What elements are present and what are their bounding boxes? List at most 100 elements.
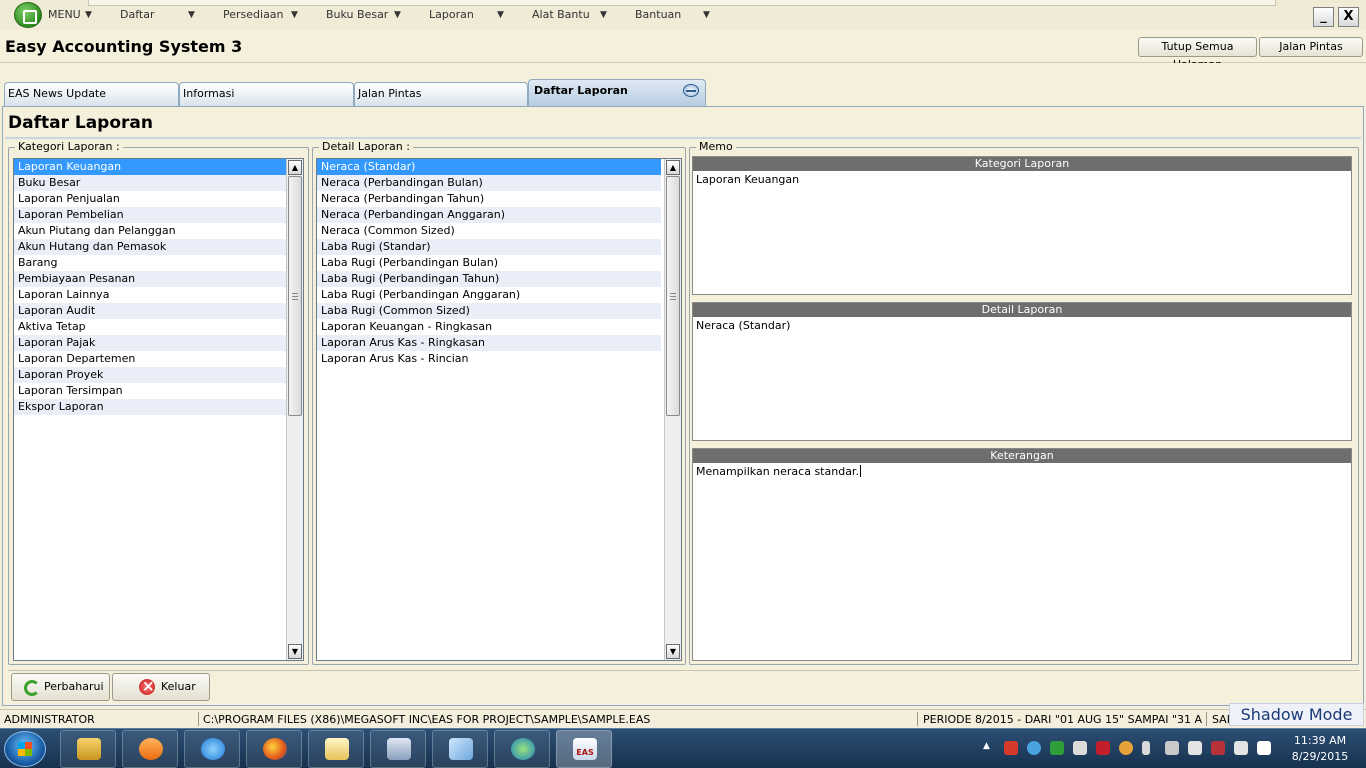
list-item[interactable]: Laporan Tersimpan bbox=[14, 383, 287, 399]
tab-label: EAS News Update bbox=[8, 87, 107, 100]
scroll-thumb[interactable] bbox=[666, 176, 680, 416]
menu-button[interactable]: MENU ▼ bbox=[48, 7, 96, 23]
list-item[interactable]: Ekspor Laporan bbox=[14, 399, 287, 415]
list-item[interactable]: Laporan Arus Kas - Ringkasan bbox=[317, 335, 661, 351]
category-scrollbar[interactable]: ▲ ▼ bbox=[286, 159, 303, 660]
tray-s-app-icon[interactable] bbox=[1257, 741, 1271, 755]
menu-item-alat-bantu[interactable]: Alat Bantu ▼ bbox=[532, 7, 612, 23]
windows-start-icon[interactable] bbox=[4, 731, 46, 767]
shortcut-button[interactable]: Jalan Pintas bbox=[1259, 37, 1363, 57]
menu-item-daftar[interactable]: Daftar ▼ bbox=[120, 7, 200, 23]
tab-daftar-laporan[interactable]: Daftar Laporan bbox=[528, 79, 706, 106]
scroll-thumb[interactable] bbox=[288, 176, 302, 416]
list-item[interactable]: Laporan Keuangan - Ringkasan bbox=[317, 319, 661, 335]
list-item[interactable]: Laporan Arus Kas - Rincian bbox=[317, 351, 661, 367]
list-item[interactable]: Laporan Pembelian bbox=[14, 207, 287, 223]
scroll-up-icon[interactable]: ▲ bbox=[288, 160, 302, 175]
taskbar-firefox-button[interactable] bbox=[246, 730, 302, 768]
taskbar-network-button[interactable] bbox=[494, 730, 550, 768]
scroll-down-icon[interactable]: ▼ bbox=[288, 644, 302, 659]
grip-icon bbox=[292, 293, 298, 300]
tray-network-icon[interactable] bbox=[1027, 741, 1041, 755]
folder-icon bbox=[77, 738, 101, 760]
list-item[interactable]: Laba Rugi (Perbandingan Anggaran) bbox=[317, 287, 661, 303]
chevron-down-icon: ▼ bbox=[600, 10, 607, 20]
taskbar-clock[interactable]: 11:39 AM 8/29/2015 bbox=[1284, 733, 1356, 765]
list-item[interactable]: Laporan Penjualan bbox=[14, 191, 287, 207]
memo-note-box[interactable]: Keterangan Menampilkan neraca standar. bbox=[692, 448, 1352, 661]
media-player-icon bbox=[139, 738, 163, 760]
volume-icon[interactable] bbox=[1234, 741, 1248, 755]
detail-scrollbar[interactable]: ▲ ▼ bbox=[664, 159, 681, 660]
tray-expand-icon[interactable]: ▲ bbox=[983, 741, 993, 755]
memo-note-textarea[interactable]: Menampilkan neraca standar. bbox=[693, 463, 1351, 480]
menu-item-label: Persediaan bbox=[223, 8, 284, 21]
tray-security-icon[interactable] bbox=[1004, 741, 1018, 755]
taskbar-tool-button[interactable] bbox=[432, 730, 488, 768]
list-item[interactable]: Laporan Audit bbox=[14, 303, 287, 319]
list-item[interactable]: Laporan Keuangan bbox=[14, 159, 287, 175]
tray-monitor-icon[interactable] bbox=[1165, 741, 1179, 755]
list-item[interactable]: Barang bbox=[14, 255, 287, 271]
list-item[interactable]: Neraca (Standar) bbox=[317, 159, 661, 175]
minimize-button[interactable]: _ bbox=[1313, 7, 1334, 27]
memo-group: Memo Kategori Laporan Laporan Keuangan D… bbox=[689, 140, 1359, 665]
list-item[interactable]: Aktiva Tetap bbox=[14, 319, 287, 335]
menu-item-buku-besar[interactable]: Buku Besar ▼ bbox=[326, 7, 406, 23]
list-item[interactable]: Neraca (Perbandingan Bulan) bbox=[317, 175, 661, 191]
list-item[interactable]: Laba Rugi (Perbandingan Tahun) bbox=[317, 271, 661, 287]
scroll-up-icon[interactable]: ▲ bbox=[666, 160, 680, 175]
list-item[interactable]: Laporan Proyek bbox=[14, 367, 287, 383]
refresh-button[interactable]: Perbaharui bbox=[11, 673, 110, 701]
list-item[interactable]: Neraca (Common Sized) bbox=[317, 223, 661, 239]
refresh-icon bbox=[24, 680, 40, 696]
chevron-down-icon: ▼ bbox=[497, 10, 504, 20]
tray-device-icon[interactable] bbox=[1188, 741, 1202, 755]
list-item[interactable]: Laba Rugi (Standar) bbox=[317, 239, 661, 255]
category-group: Kategori Laporan : Laporan Keuangan Buku … bbox=[8, 140, 309, 665]
tab-eas-news-update[interactable]: EAS News Update bbox=[4, 82, 179, 106]
tray-check-icon[interactable] bbox=[1050, 741, 1064, 755]
tab-jalan-pintas[interactable]: Jalan Pintas bbox=[354, 82, 528, 106]
menu-item-bantuan[interactable]: Bantuan ▼ bbox=[635, 7, 715, 23]
list-item[interactable]: Laporan Departemen bbox=[14, 351, 287, 367]
app-logo-icon[interactable] bbox=[14, 2, 42, 28]
taskbar-notes-button[interactable] bbox=[308, 730, 364, 768]
bluetooth-icon[interactable] bbox=[1142, 741, 1150, 755]
list-item[interactable]: Akun Hutang dan Pemasok bbox=[14, 239, 287, 255]
list-item[interactable]: Laporan Pajak bbox=[14, 335, 287, 351]
firefox-icon bbox=[263, 738, 287, 760]
close-button[interactable]: X bbox=[1338, 7, 1359, 27]
list-item[interactable]: Laba Rugi (Common Sized) bbox=[317, 303, 661, 319]
tray-arrow-icon[interactable] bbox=[1073, 741, 1087, 755]
list-item[interactable]: Laba Rugi (Perbandingan Bulan) bbox=[317, 255, 661, 271]
exit-button[interactable]: Keluar bbox=[112, 673, 210, 701]
list-item[interactable]: Akun Piutang dan Pelanggan bbox=[14, 223, 287, 239]
tab-close-icon[interactable] bbox=[683, 84, 699, 97]
list-item[interactable]: Pembiayaan Pesanan bbox=[14, 271, 287, 287]
menu-item-laporan[interactable]: Laporan ▼ bbox=[429, 7, 509, 23]
tab-informasi[interactable]: Informasi bbox=[179, 82, 354, 106]
memo-note-value: Menampilkan neraca standar. bbox=[696, 465, 859, 478]
list-item[interactable]: Buku Besar bbox=[14, 175, 287, 191]
taskbar-eas-button[interactable]: EAS bbox=[556, 730, 612, 768]
taskbar-internet-explorer-button[interactable] bbox=[184, 730, 240, 768]
menu-item-persediaan[interactable]: Persediaan ▼ bbox=[223, 7, 303, 23]
taskbar-explorer-button[interactable] bbox=[60, 730, 116, 768]
close-all-pages-button[interactable]: Tutup Semua Halaman bbox=[1138, 37, 1257, 71]
list-item[interactable]: Neraca (Perbandingan Tahun) bbox=[317, 191, 661, 207]
tray-audio-app-icon[interactable] bbox=[1119, 741, 1133, 755]
memo-category-box: Kategori Laporan Laporan Keuangan bbox=[692, 156, 1352, 295]
tab-label: Daftar Laporan bbox=[534, 84, 628, 97]
chevron-down-icon: ▼ bbox=[85, 10, 92, 20]
tray-power-icon[interactable] bbox=[1211, 741, 1225, 755]
taskbar-media-player-button[interactable] bbox=[122, 730, 178, 768]
shadow-mode-badge: Shadow Mode bbox=[1229, 703, 1364, 726]
scroll-down-icon[interactable]: ▼ bbox=[666, 644, 680, 659]
detail-list[interactable]: Neraca (Standar) Neraca (Perbandingan Bul… bbox=[316, 158, 682, 661]
taskbar-windows-button[interactable] bbox=[370, 730, 426, 768]
list-item[interactable]: Laporan Lainnya bbox=[14, 287, 287, 303]
tray-shield-icon[interactable] bbox=[1096, 741, 1110, 755]
list-item[interactable]: Neraca (Perbandingan Anggaran) bbox=[317, 207, 661, 223]
category-list[interactable]: Laporan Keuangan Buku Besar Laporan Penjua… bbox=[13, 158, 304, 661]
